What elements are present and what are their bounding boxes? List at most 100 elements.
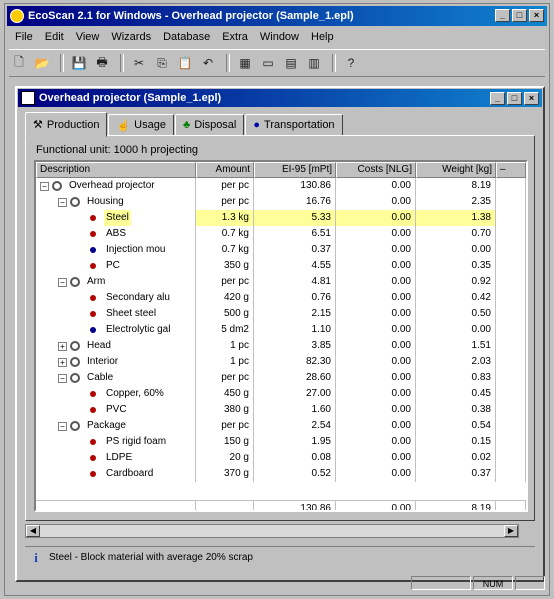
tab-production[interactable]: ⚒ Production — [25, 112, 108, 137]
doc-maximize-button[interactable]: □ — [507, 92, 522, 105]
table-row[interactable]: LDPE 20 g 0.08 0.00 0.02 — [36, 450, 526, 466]
close-button[interactable]: × — [529, 9, 544, 22]
table-row[interactable]: PC 350 g 4.55 0.00 0.35 — [36, 258, 526, 274]
expand-icon[interactable]: + — [58, 357, 67, 367]
assembly-icon — [70, 277, 80, 287]
doc-minimize-button[interactable]: _ — [490, 92, 505, 105]
cell-weight: 2.03 — [416, 354, 496, 370]
material-dot-icon — [90, 215, 96, 221]
cell-description: + Interior — [36, 354, 196, 370]
table-row[interactable]: Copper, 60% 450 g 27.00 0.00 0.45 — [36, 386, 526, 402]
table-row[interactable]: Electrolytic gal 5 dm2 1.10 0.00 0.00 — [36, 322, 526, 338]
cell-weight: 1.38 — [416, 210, 496, 226]
cell-amount: 420 g — [196, 290, 254, 306]
collapse-icon[interactable]: − — [58, 421, 67, 431]
document-title: Overhead projector (Sample_1.epl) — [39, 92, 222, 104]
cell-weight: 0.00 — [416, 322, 496, 338]
cell-description: − Cable — [36, 370, 196, 386]
process-dot-icon — [90, 327, 96, 333]
table-row[interactable]: Cardboard 370 g 0.52 0.00 0.37 — [36, 466, 526, 482]
product-tree-grid[interactable]: Description Amount EI-95 [mPt] Costs [NL… — [34, 160, 528, 512]
col-amount[interactable]: Amount — [196, 162, 254, 178]
cell-amount: per pc — [196, 178, 254, 194]
col-weight[interactable]: Weight [kg] — [416, 162, 496, 178]
grid-header: Description Amount EI-95 [mPt] Costs [NL… — [36, 162, 526, 178]
menu-view[interactable]: View — [70, 31, 106, 43]
table-row[interactable]: PS rigid foam 150 g 1.95 0.00 0.15 — [36, 434, 526, 450]
add-material-icon[interactable]: ▤ — [281, 54, 301, 72]
tab-disposal[interactable]: ♣ Disposal — [174, 114, 245, 136]
cell-ei: 1.10 — [254, 322, 336, 338]
col-costs[interactable]: Costs [NLG] — [336, 162, 416, 178]
tab-usage[interactable]: ☝ Usage — [108, 114, 174, 136]
cell-ei: 82.30 — [254, 354, 336, 370]
doc-close-button[interactable]: × — [524, 92, 539, 105]
cell-ei: 2.54 — [254, 418, 336, 434]
col-description[interactable]: Description — [36, 162, 196, 178]
collapse-icon[interactable]: − — [40, 181, 49, 191]
minimize-button[interactable]: _ — [495, 9, 510, 22]
scroll-right-icon[interactable]: ▶ — [504, 525, 518, 537]
menu-help[interactable]: Help — [305, 31, 340, 43]
expand-icon[interactable]: + — [58, 341, 67, 351]
add-assembly-icon[interactable]: ▭ — [258, 54, 278, 72]
print-icon[interactable]: 🖶 — [92, 54, 112, 72]
menu-edit[interactable]: Edit — [39, 31, 70, 43]
collapse-icon[interactable]: − — [58, 277, 67, 287]
table-row[interactable]: + Head 1 pc 3.85 0.00 1.51 — [36, 338, 526, 354]
app-titlebar[interactable]: EcoScan 2.1 for Windows - Overhead proje… — [7, 6, 547, 26]
cell-weight: 0.50 — [416, 306, 496, 322]
cell-weight: 8.19 — [416, 178, 496, 194]
table-row[interactable]: Steel 1.3 kg 5.33 0.00 1.38 — [36, 210, 526, 226]
table-row[interactable]: − Package per pc 2.54 0.00 0.54 — [36, 418, 526, 434]
table-row[interactable]: + Interior 1 pc 82.30 0.00 2.03 — [36, 354, 526, 370]
tab-transportation[interactable]: ● Transportation — [245, 114, 343, 136]
assembly-icon — [70, 373, 80, 383]
document-titlebar[interactable]: Overhead projector (Sample_1.epl) _ □ × — [18, 89, 542, 107]
open-folder-icon[interactable]: 📂 — [32, 54, 52, 72]
product-icon[interactable]: ▦ — [235, 54, 255, 72]
save-icon[interactable]: 💾 — [69, 54, 89, 72]
copy-icon[interactable]: ⎘ — [152, 54, 172, 72]
table-row[interactable]: Secondary alu 420 g 0.76 0.00 0.42 — [36, 290, 526, 306]
row-label: PVC — [106, 404, 127, 415]
cell-amount: 1 pc — [196, 338, 254, 354]
table-row[interactable]: Sheet steel 500 g 2.15 0.00 0.50 — [36, 306, 526, 322]
table-row[interactable]: − Arm per pc 4.81 0.00 0.92 — [36, 274, 526, 290]
cut-icon[interactable]: ✂ — [129, 54, 149, 72]
row-label: Overhead projector — [69, 180, 155, 191]
cell-description: Cardboard — [36, 466, 196, 482]
collapse-icon[interactable]: − — [58, 197, 67, 207]
scroll-left-icon[interactable]: ◀ — [26, 525, 40, 537]
undo-icon[interactable]: ↶ — [198, 54, 218, 72]
table-row[interactable]: ABS 0.7 kg 6.51 0.00 0.70 — [36, 226, 526, 242]
table-row[interactable]: − Cable per pc 28.60 0.00 0.83 — [36, 370, 526, 386]
col-ei95[interactable]: EI-95 [mPt] — [254, 162, 336, 178]
cell-amount: 20 g — [196, 450, 254, 466]
cell-description: − Overhead projector — [36, 178, 196, 194]
menu-file[interactable]: File — [9, 31, 39, 43]
assembly-icon — [70, 421, 80, 431]
cell-amount: per pc — [196, 274, 254, 290]
cell-amount: 5 dm2 — [196, 322, 254, 338]
table-row[interactable]: Injection mou 0.7 kg 0.37 0.00 0.00 — [36, 242, 526, 258]
help-icon[interactable]: ? — [341, 54, 361, 72]
add-process-icon[interactable]: ▥ — [304, 54, 324, 72]
cell-weight: 0.02 — [416, 450, 496, 466]
table-row[interactable]: PVC 380 g 1.60 0.00 0.38 — [36, 402, 526, 418]
cell-description: Electrolytic gal — [36, 322, 196, 338]
table-row[interactable]: − Housing per pc 16.76 0.00 2.35 — [36, 194, 526, 210]
collapse-icon[interactable]: − — [58, 373, 67, 383]
menu-extra[interactable]: Extra — [216, 31, 254, 43]
cell-cost: 0.00 — [336, 242, 416, 258]
maximize-button[interactable]: □ — [512, 9, 527, 22]
menu-wizards[interactable]: Wizards — [105, 31, 157, 43]
cell-cost: 0.00 — [336, 274, 416, 290]
table-row[interactable]: − Overhead projector per pc 130.86 0.00 8.19 — [36, 178, 526, 194]
new-file-icon[interactable]: 🗋 — [9, 54, 29, 72]
cell-amount: 380 g — [196, 402, 254, 418]
menu-database[interactable]: Database — [157, 31, 216, 43]
horizontal-scrollbar[interactable]: ◀ ▶ — [25, 524, 519, 538]
paste-icon[interactable]: 📋 — [175, 54, 195, 72]
menu-window[interactable]: Window — [254, 31, 305, 43]
